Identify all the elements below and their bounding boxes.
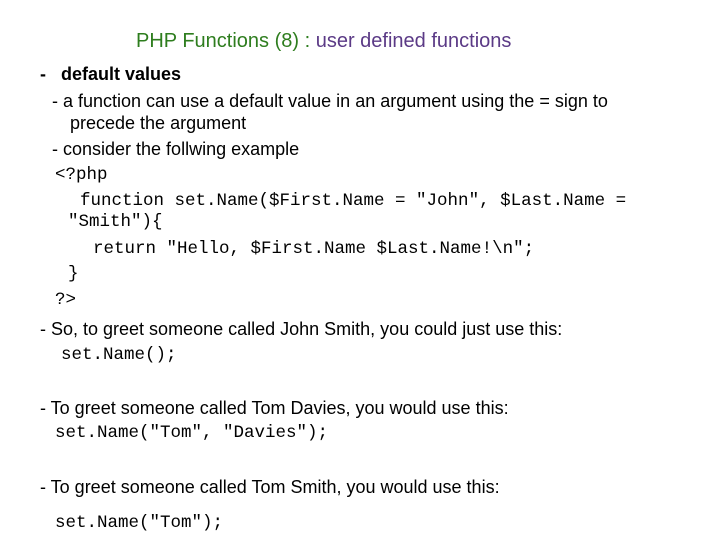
code-line: set.Name("Tom"); — [55, 513, 224, 533]
code-line: set.Name("Tom", "Davies"); — [55, 423, 329, 443]
code-line: ?> — [55, 290, 77, 310]
bullet-text: precede the argument — [70, 113, 247, 133]
code-line: return "Hello, $First.Name $Last.Name!\n… — [93, 239, 535, 259]
code-line: function set.Name($First.Name = "John", … — [80, 191, 627, 211]
bullet-text: - consider the follwing example — [52, 139, 300, 159]
code-line: <?php — [55, 165, 108, 185]
heading-default-values: - default values — [40, 64, 182, 84]
title-part-1: PHP Functions (8) : — [136, 30, 311, 52]
code-line: set.Name(); — [61, 345, 177, 365]
slide-title: PHP Functions (8) : user defined functio… — [136, 31, 511, 51]
code-line: } — [68, 264, 79, 284]
bullet-text: - a function can use a default value in … — [52, 91, 608, 111]
bullet-text: - To greet someone called Tom Smith, you… — [40, 477, 500, 497]
code-line: "Smith"){ — [68, 212, 163, 232]
bullet-text: - To greet someone called Tom Davies, yo… — [40, 398, 509, 418]
title-part-2: user defined functions — [310, 30, 512, 52]
bullet-text: - So, to greet someone called John Smith… — [40, 319, 563, 339]
